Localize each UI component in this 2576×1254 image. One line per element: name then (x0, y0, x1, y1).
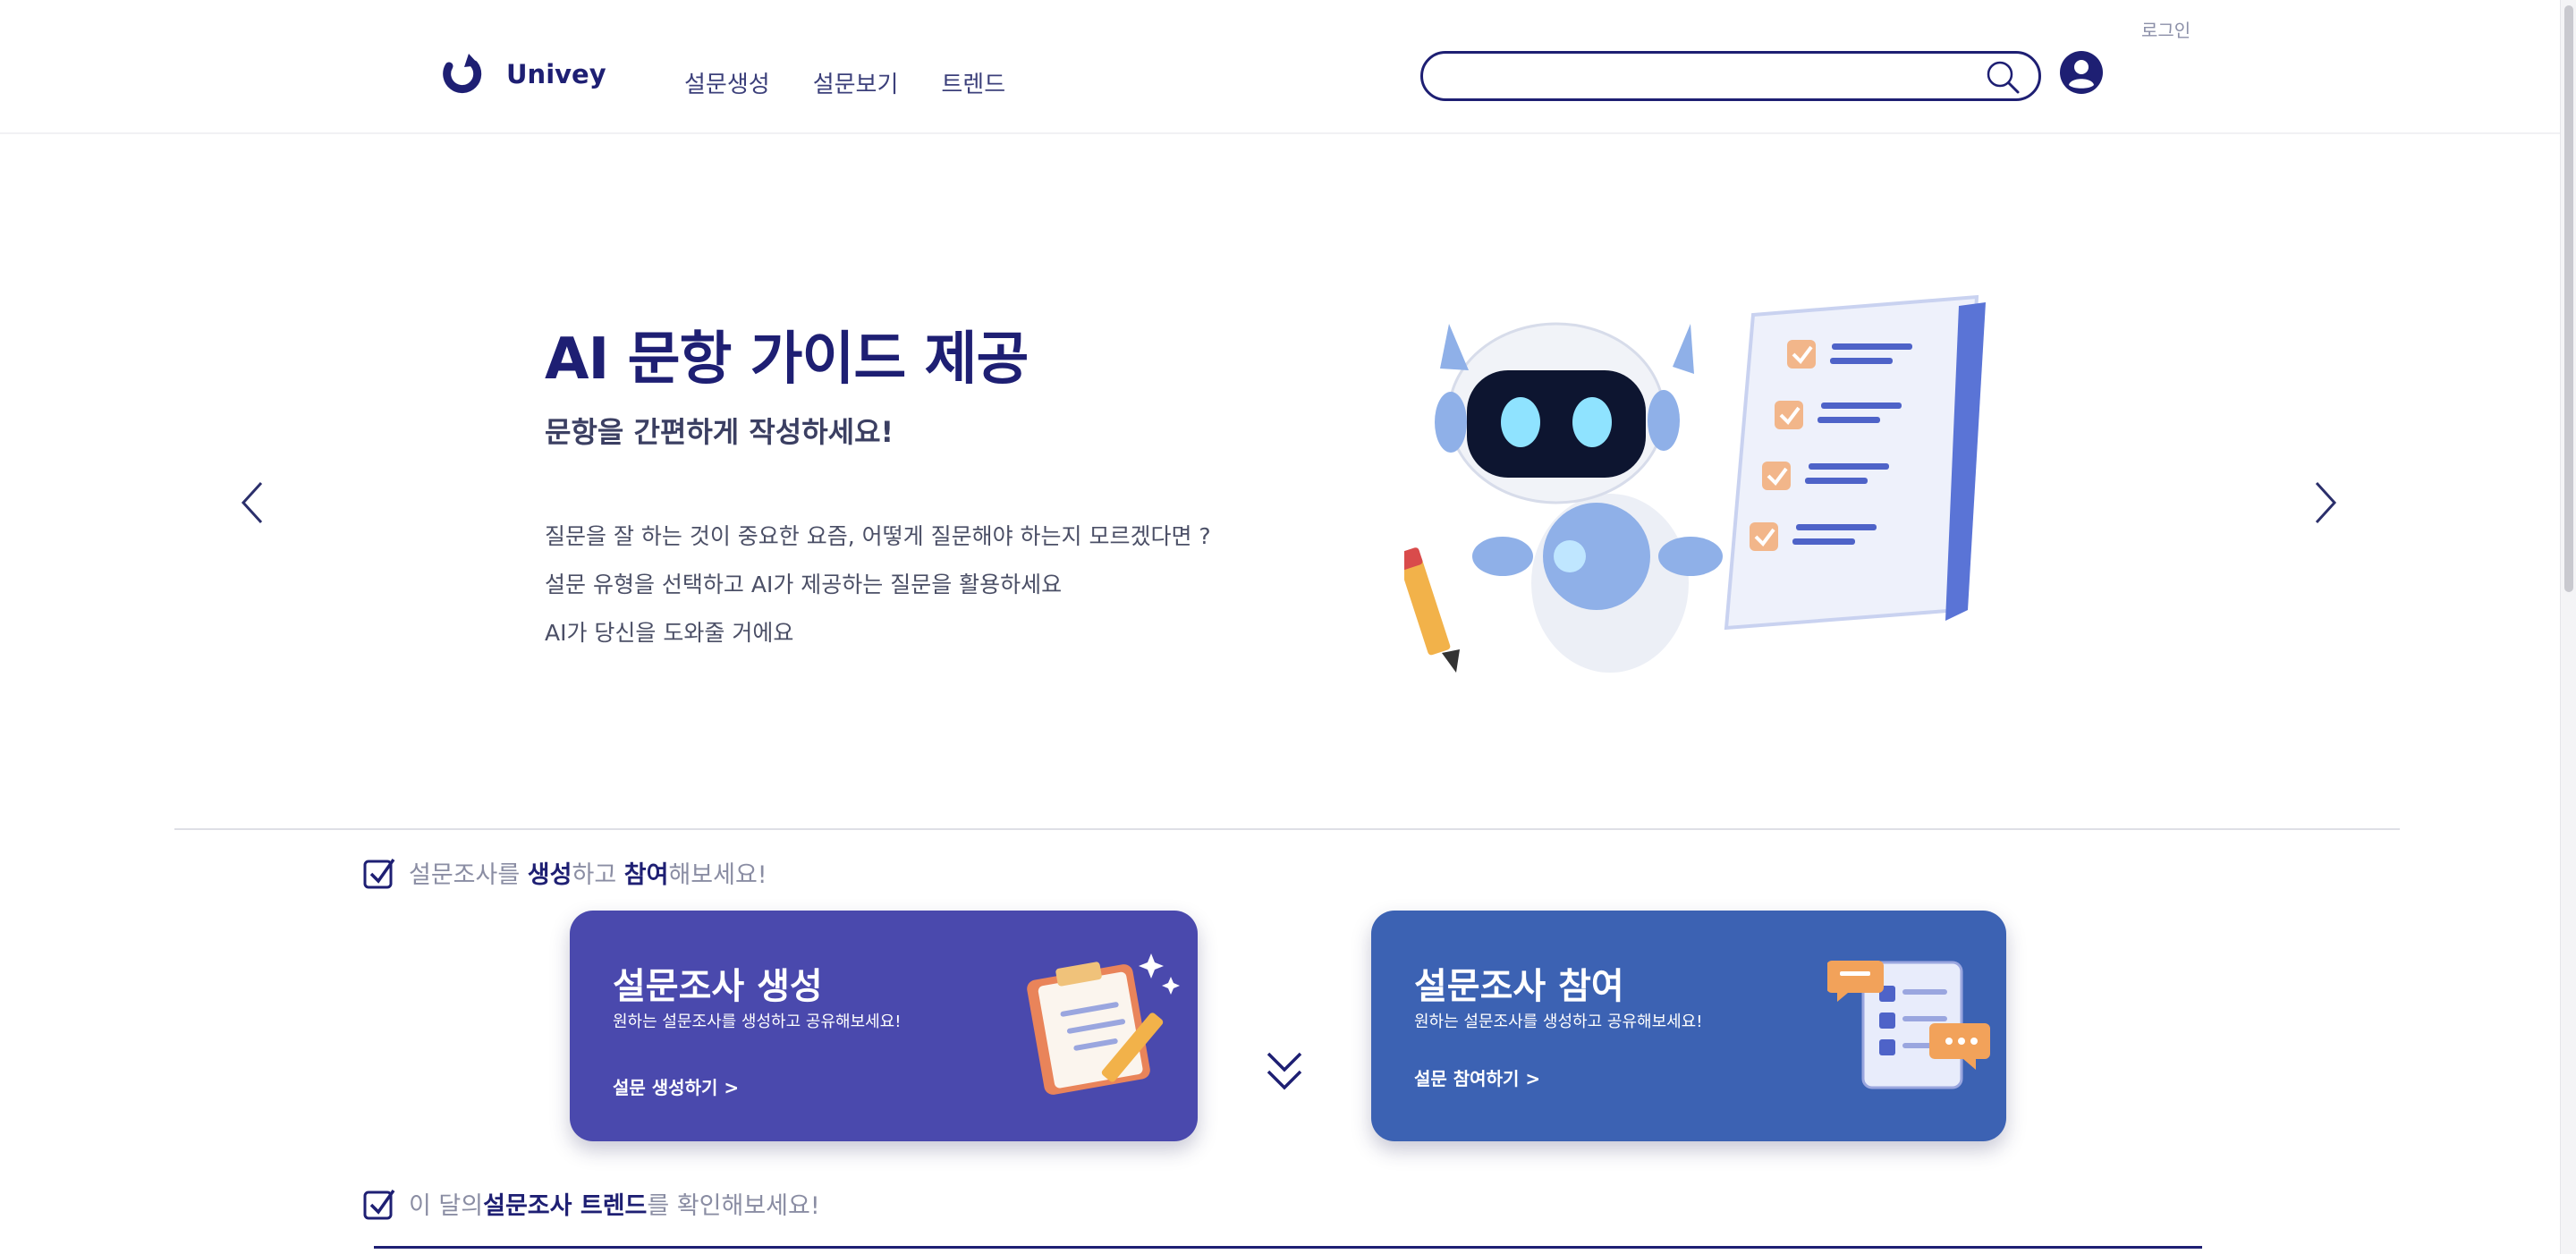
card-description: 원하는 설문조사를 생성하고 공유해보세요! (1414, 1013, 1703, 1031)
nav-create-survey[interactable]: 설문생성 (684, 66, 770, 99)
checkbox-icon (363, 1189, 395, 1219)
heading-highlight: 설문조사 트렌드 (483, 1192, 648, 1220)
carousel-prev-icon[interactable] (234, 476, 270, 530)
card-description: 원하는 설문조사를 생성하고 공유해보세요! (613, 1013, 902, 1031)
hero-title: AI 문항 가이드 제공 (545, 326, 1029, 393)
header: Univey 설문생성 설문보기 트렌드 (0, 0, 2560, 134)
robot-checklist-icon (1404, 294, 1986, 673)
heading-text: 해보세요! (668, 861, 767, 889)
hero-text-line: 질문을 잘 하는 것이 중요한 요즘, 어떻게 질문해야 하는지 모르겠다면 ? (545, 523, 1211, 549)
hero-text-line: AI가 당신을 도와줄 거에요 (545, 620, 794, 646)
heading-text: 설문조사를 (409, 861, 528, 889)
hero-carousel: AI 문항 가이드 제공 문항을 간편하게 작성하세요! 질문을 잘 하는 것이… (0, 136, 2560, 830)
logo-text: Univey (506, 59, 606, 89)
page-scrollbar[interactable] (2560, 0, 2576, 1254)
heading-highlight: 생성 (527, 861, 572, 889)
clipboard-pencil-icon (1027, 953, 1180, 1095)
hero-text-line: 설문 유형을 선택하고 AI가 제공하는 질문을 활용하세요 (545, 572, 1063, 597)
nav-view-survey[interactable]: 설문보기 (813, 66, 899, 99)
card-title: 설문조사 참여 (1414, 966, 1624, 1007)
join-survey-link[interactable]: 설문 참여하기 > (1414, 1064, 1540, 1090)
search-icon[interactable] (1985, 59, 2021, 95)
search-input[interactable] (1445, 61, 1945, 91)
heading-highlight: 참여 (623, 861, 669, 889)
logo[interactable]: Univey (436, 52, 606, 97)
checklist-chat-icon (1827, 961, 1990, 1089)
section-heading-trend: 이 달의설문조사 트렌드를 확인해보세요! (362, 1186, 820, 1221)
scrollbar-thumb[interactable] (2564, 5, 2573, 592)
main-nav: 설문생성 설문보기 트렌드 (684, 66, 1005, 99)
hero-divider (174, 828, 2400, 830)
univey-logo-icon (443, 54, 482, 94)
trend-section-rule (374, 1246, 2202, 1249)
checkbox-icon (363, 858, 395, 888)
heading-text: 를 확인해보세요! (647, 1192, 820, 1220)
nav-trend[interactable]: 트렌드 (941, 66, 1005, 99)
user-avatar-icon[interactable] (2060, 51, 2103, 94)
hero-subtitle: 문항을 간편하게 작성하세요! (545, 415, 894, 449)
carousel-next-icon[interactable] (2308, 476, 2343, 530)
card-title: 설문조사 생성 (613, 966, 823, 1007)
heading-text: 이 달의 (409, 1192, 484, 1220)
section-heading-participate: 설문조사를 생성하고 참여해보세요! (362, 855, 767, 890)
heading-text: 하고 (572, 861, 624, 889)
search-box (1420, 51, 2041, 101)
create-survey-link[interactable]: 설문 생성하기 > (613, 1073, 739, 1099)
join-survey-card[interactable]: 설문조사 참여 원하는 설문조사를 생성하고 공유해보세요! 설문 참여하기 > (1371, 911, 2006, 1141)
chevron-double-down-icon[interactable] (1264, 1046, 1305, 1095)
create-survey-card[interactable]: 설문조사 생성 원하는 설문조사를 생성하고 공유해보세요! 설문 생성하기 > (570, 911, 1198, 1141)
